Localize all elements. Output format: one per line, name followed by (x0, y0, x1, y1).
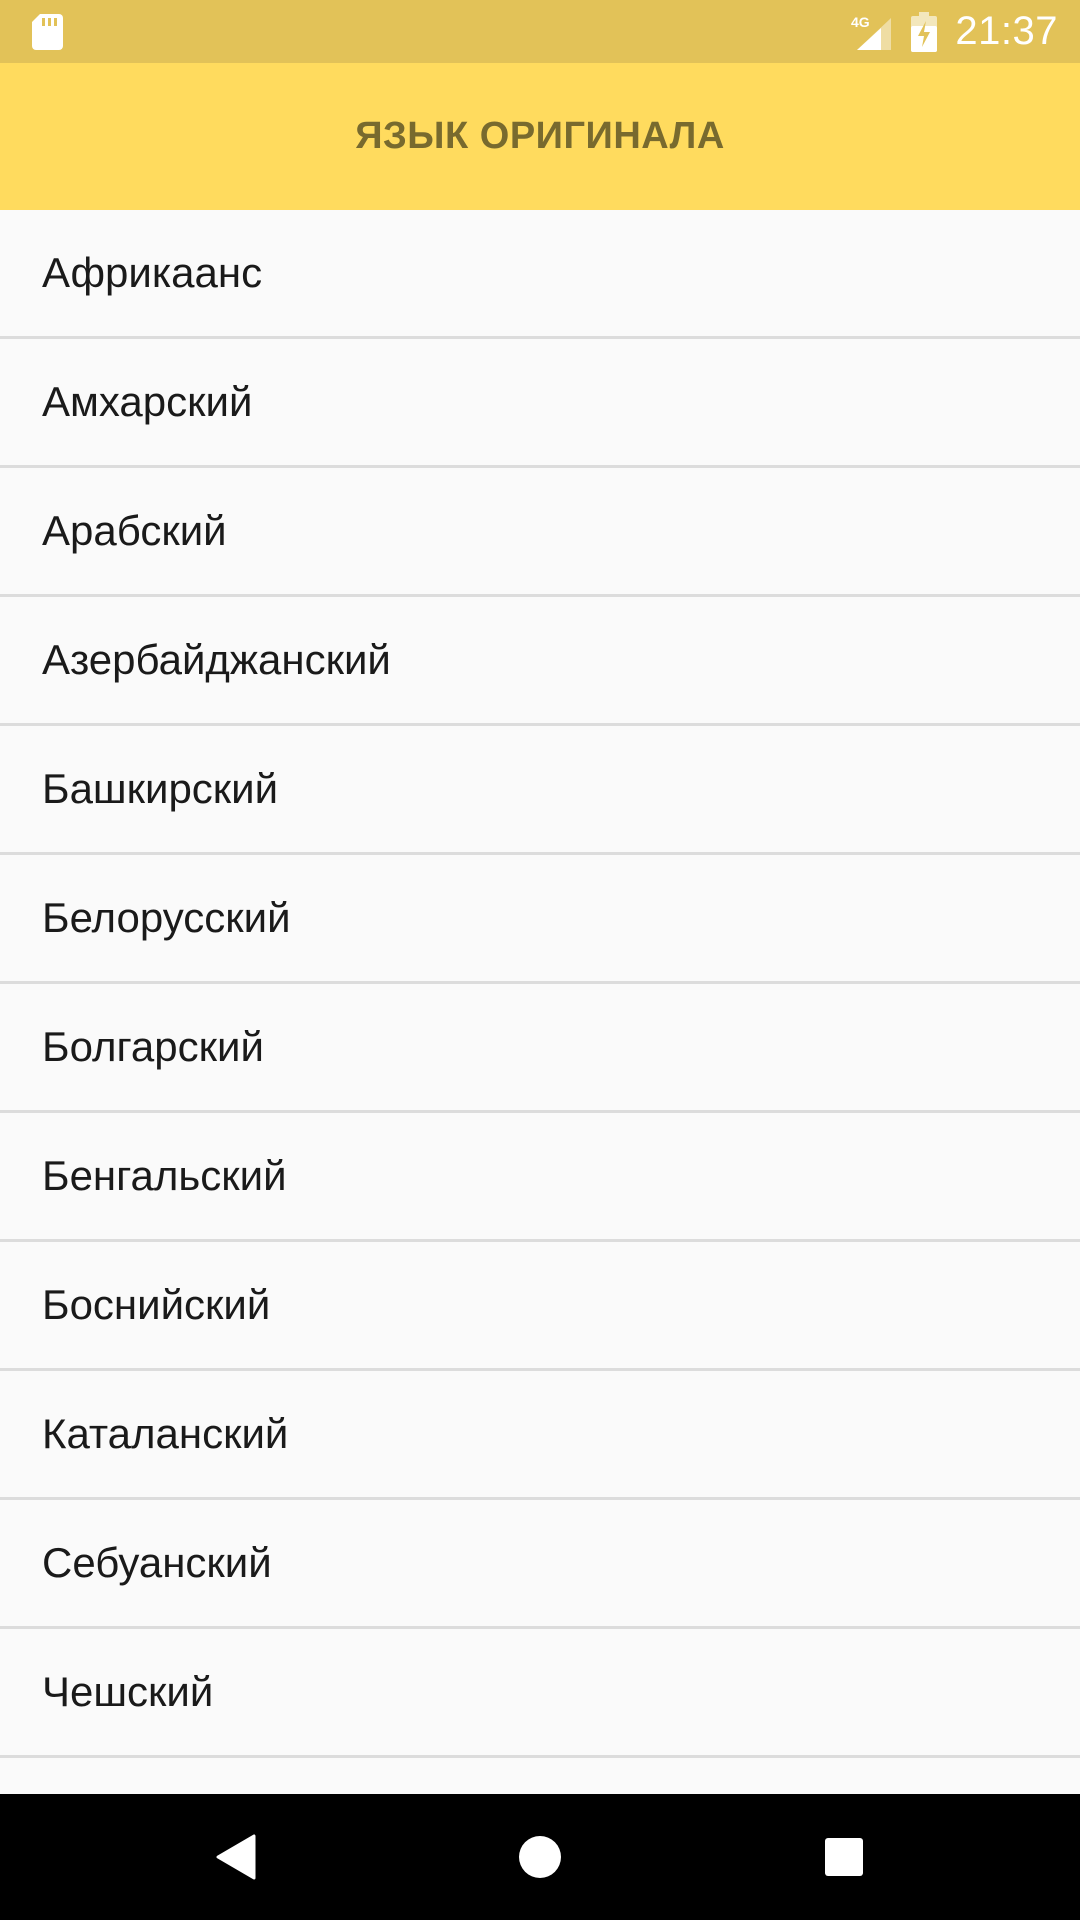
list-item-label: Белорусский (42, 894, 291, 941)
list-item-catalan[interactable]: Каталанский (0, 1371, 1080, 1500)
list-item-cebuano[interactable]: Себуанский (0, 1500, 1080, 1629)
screen: 4G 21:37 ЯЗЫК ОРИГИНАЛА Африкаанс Амхарс… (0, 0, 1080, 1920)
language-list[interactable]: Африкаанс Амхарский Арабский Азербайджан… (0, 210, 1080, 1794)
sd-card-icon (32, 14, 63, 50)
list-item-label: Африкаанс (42, 249, 263, 296)
status-bar: 4G 21:37 (0, 0, 1080, 63)
list-item-arabic[interactable]: Арабский (0, 468, 1080, 597)
list-item-amharic[interactable]: Амхарский (0, 339, 1080, 468)
navigation-bar (0, 1794, 1080, 1920)
list-item-bengali[interactable]: Бенгальский (0, 1113, 1080, 1242)
list-item-label: Азербайджанский (42, 636, 391, 683)
list-item-afrikaans[interactable]: Африкаанс (0, 210, 1080, 339)
list-item-label: Башкирский (42, 765, 279, 812)
list-item-czech[interactable]: Чешский (0, 1629, 1080, 1758)
list-item-label: Каталанский (42, 1410, 289, 1457)
list-item-label: Бенгальский (42, 1152, 287, 1199)
list-item-label: Амхарский (42, 378, 253, 425)
signal-4g-icon: 4G (851, 14, 892, 50)
page-title: ЯЗЫК ОРИГИНАЛА (355, 115, 725, 157)
list-item-bashkir[interactable]: Башкирский (0, 726, 1080, 855)
status-clock: 21:37 (955, 9, 1058, 53)
home-icon (519, 1836, 561, 1878)
list-item-label: Боснийский (42, 1281, 271, 1328)
list-item-bosnian[interactable]: Боснийский (0, 1242, 1080, 1371)
back-button[interactable] (176, 1794, 296, 1920)
list-item-azerbaijani[interactable]: Азербайджанский (0, 597, 1080, 726)
list-item-belarusian[interactable]: Белорусский (0, 855, 1080, 984)
back-icon (216, 1834, 256, 1880)
battery-charging-icon (911, 11, 938, 52)
home-button[interactable] (480, 1794, 600, 1920)
list-item-partial[interactable] (0, 1758, 1080, 1794)
network-label: 4G (851, 14, 870, 30)
app-bar: ЯЗЫК ОРИГИНАЛА (0, 63, 1080, 210)
list-item-label: Себуанский (42, 1539, 272, 1586)
list-item-bulgarian[interactable]: Болгарский (0, 984, 1080, 1113)
recents-icon (825, 1838, 863, 1876)
list-item-label: Чешский (42, 1668, 214, 1715)
list-item-label: Арабский (42, 507, 227, 554)
status-icons: 4G 21:37 (851, 0, 1058, 63)
recents-button[interactable] (784, 1794, 904, 1920)
list-item-label: Болгарский (42, 1023, 264, 1070)
